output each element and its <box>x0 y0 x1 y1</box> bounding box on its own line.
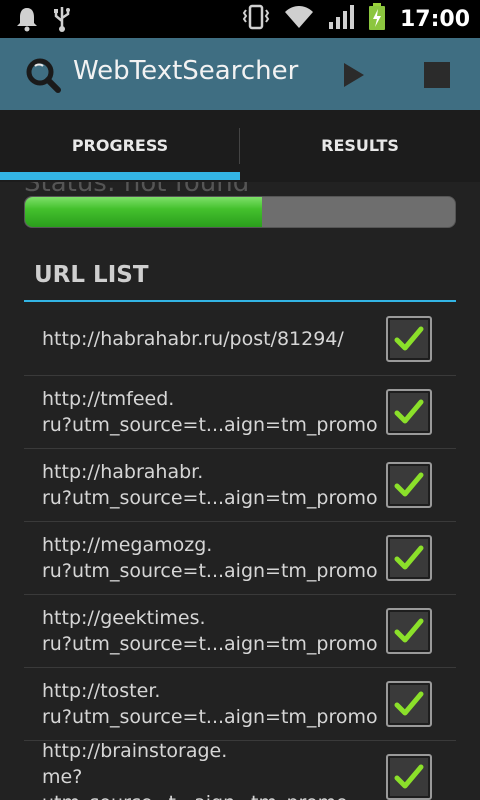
url-text: http://habrahabr. ru?utm_source=t...aign… <box>42 461 378 509</box>
url-checkbox[interactable] <box>386 535 432 581</box>
url-checkbox[interactable] <box>386 608 432 654</box>
url-checkbox[interactable] <box>386 754 432 800</box>
url-text: http://habrahabr.ru/post/81294/ <box>42 327 344 350</box>
search-logo-icon[interactable] <box>24 56 62 94</box>
url-checkbox[interactable] <box>386 681 432 727</box>
list-item[interactable]: http://habrahabr. ru?utm_source=t...aign… <box>24 449 456 522</box>
url-list: http://habrahabr.ru/post/81294/ http://t… <box>24 302 456 800</box>
wifi-icon <box>284 4 314 34</box>
progress-bar <box>24 196 456 228</box>
play-icon[interactable] <box>338 60 368 90</box>
url-text: http://brainstorage. me?utm_source=t...a… <box>42 740 348 800</box>
status-bar: 17:00 <box>0 0 480 38</box>
selected-tab-indicator <box>0 172 240 180</box>
url-checkbox[interactable] <box>386 462 432 508</box>
list-item[interactable]: http://toster. ru?utm_source=t...aign=tm… <box>24 668 456 741</box>
url-text: http://tmfeed. ru?utm_source=t...aign=tm… <box>42 388 378 436</box>
url-list-header: URL LIST <box>34 262 149 288</box>
bell-icon <box>16 6 38 36</box>
battery-charging-icon <box>368 3 386 35</box>
action-bar: WebTextSearcher <box>0 38 480 110</box>
list-item[interactable]: http://geektimes. ru?utm_source=t...aign… <box>24 595 456 668</box>
clock: 17:00 <box>399 6 470 32</box>
signal-icon <box>328 4 354 34</box>
tab-results[interactable]: RESULTS <box>240 110 480 182</box>
app-title: WebTextSearcher <box>73 56 299 86</box>
usb-icon <box>52 6 72 36</box>
list-item[interactable]: http://megamozg. ru?utm_source=t...aign=… <box>24 522 456 595</box>
url-checkbox[interactable] <box>386 315 432 362</box>
url-text: http://toster. ru?utm_source=t...aign=tm… <box>42 680 378 728</box>
list-item[interactable]: http://tmfeed. ru?utm_source=t...aign=tm… <box>24 376 456 449</box>
url-text: http://megamozg. ru?utm_source=t...aign=… <box>42 534 378 582</box>
progress-fill <box>25 197 262 227</box>
list-item[interactable]: http://habrahabr.ru/post/81294/ <box>24 302 456 376</box>
url-text: http://geektimes. ru?utm_source=t...aign… <box>42 607 378 655</box>
progress-panel: Status: not found URL LIST http://habrah… <box>0 182 480 800</box>
vibrate-icon <box>242 4 270 34</box>
stop-icon[interactable] <box>424 62 450 88</box>
url-checkbox[interactable] <box>386 389 432 435</box>
list-item[interactable]: http://brainstorage. me?utm_source=t...a… <box>24 740 456 800</box>
